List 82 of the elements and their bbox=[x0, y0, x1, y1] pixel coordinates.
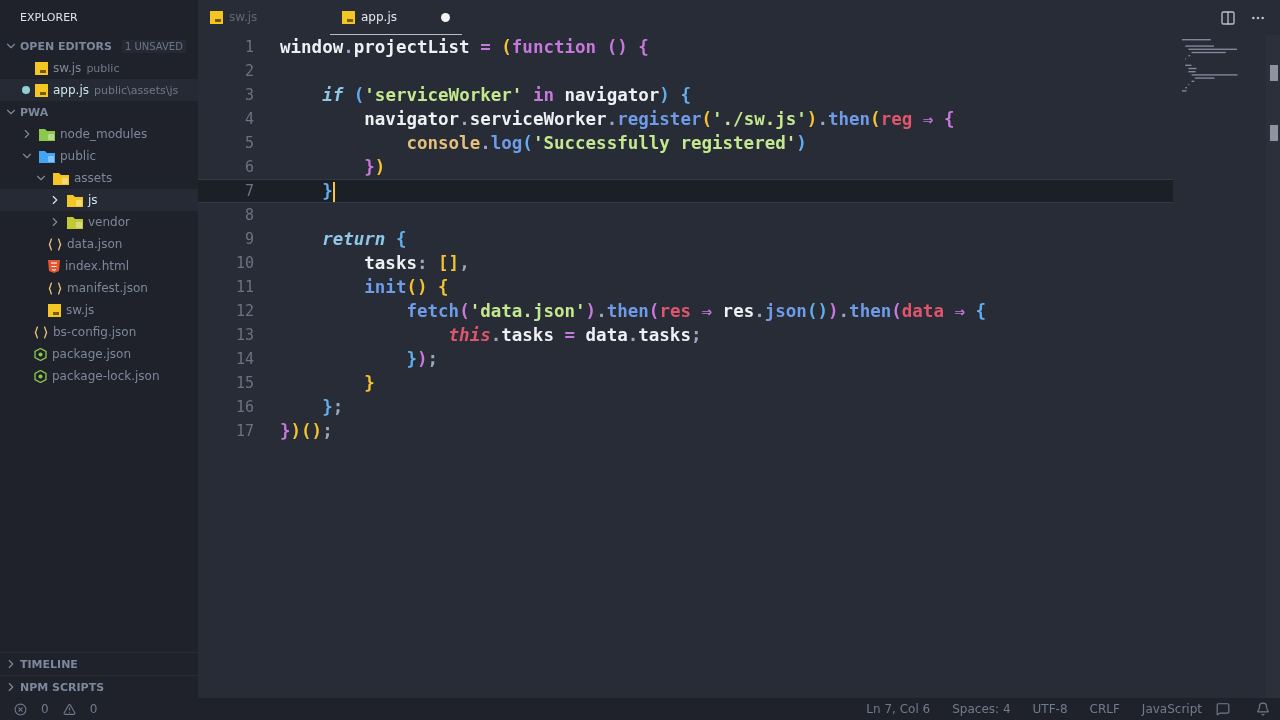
line-number: 10 bbox=[234, 254, 254, 272]
code-line: }); bbox=[405, 349, 439, 369]
hexagon-icon bbox=[34, 369, 47, 383]
line-number: 8 bbox=[243, 206, 254, 224]
line-number: 1 bbox=[243, 38, 254, 56]
status-item[interactable]: Spaces: 4 bbox=[944, 702, 1019, 716]
open-editor-item[interactable]: app.js public\assets\js bbox=[0, 79, 198, 101]
line-number: 14 bbox=[234, 350, 254, 368]
code-line: }) bbox=[363, 157, 386, 177]
braces-icon bbox=[48, 237, 62, 251]
code-line: fetch('data.json').then(res ⇒ res.json()).then(data ⇒ { bbox=[405, 301, 987, 321]
line-number: 2 bbox=[243, 62, 254, 80]
file-item[interactable]: package-lock.json bbox=[0, 365, 198, 387]
code-line: init() { bbox=[363, 277, 449, 297]
code-line: }; bbox=[321, 397, 344, 417]
code-line: tasks: [], bbox=[363, 253, 470, 273]
line-number: 15 bbox=[234, 374, 254, 392]
js-file-icon bbox=[35, 83, 48, 97]
section-header[interactable]: PWA bbox=[0, 101, 198, 123]
status-item[interactable]: JavaScript bbox=[1133, 702, 1210, 716]
sidebar-title: EXPLORER bbox=[19, 10, 79, 26]
unsaved-badge: 1 UNSAVED bbox=[121, 39, 186, 53]
code-line: this.tasks = data.tasks; bbox=[447, 325, 702, 345]
line-number: 16 bbox=[234, 398, 254, 416]
status-item[interactable]: Ln 7, Col 6 bbox=[858, 702, 939, 716]
error-icon[interactable] bbox=[14, 702, 27, 716]
folder-item[interactable]: public bbox=[0, 145, 198, 167]
folder-item[interactable]: node_modules bbox=[0, 123, 198, 145]
js-file-icon bbox=[210, 10, 223, 24]
js-file-icon bbox=[48, 303, 61, 317]
line-number: 17 bbox=[234, 422, 254, 440]
js-file-icon bbox=[35, 61, 48, 75]
open-editor-item[interactable]: sw.js public bbox=[0, 57, 198, 79]
line-number: 13 bbox=[234, 326, 254, 344]
folder-item[interactable]: assets bbox=[0, 167, 198, 189]
line-number: 7 bbox=[243, 182, 254, 200]
file-item[interactable]: index.html bbox=[0, 255, 198, 277]
bell-icon[interactable] bbox=[1256, 702, 1270, 716]
code-line: navigator.serviceWorker.register('./sw.js').then(reg ⇒ { bbox=[363, 109, 955, 129]
code-line: window.projectList = (function () { bbox=[280, 37, 649, 57]
status-item[interactable]: UTF-8 bbox=[1024, 702, 1076, 716]
code-line: if ('serviceWorker' in navigator) { bbox=[321, 85, 691, 105]
braces-icon bbox=[48, 281, 62, 295]
error-count[interactable]: 0 bbox=[33, 702, 57, 716]
line-number: 9 bbox=[243, 230, 254, 248]
line-number: 12 bbox=[234, 302, 254, 320]
folder-item[interactable]: vendor bbox=[0, 211, 198, 233]
file-item[interactable]: bs-config.json bbox=[0, 321, 198, 343]
file-item[interactable]: manifest.json bbox=[0, 277, 198, 299]
warning-count[interactable]: 0 bbox=[81, 702, 106, 716]
code-line: })(); bbox=[280, 421, 333, 441]
hexagon-icon bbox=[34, 347, 47, 361]
code-line: return { bbox=[321, 229, 407, 249]
file-item[interactable]: data.json bbox=[0, 233, 198, 255]
split-editor-icon[interactable] bbox=[1220, 9, 1236, 26]
warning-icon[interactable] bbox=[62, 702, 76, 716]
status-item[interactable]: CRLF bbox=[1081, 702, 1128, 716]
scrollbar[interactable] bbox=[1266, 35, 1280, 698]
code-line: console.log('Successfully registered') bbox=[405, 133, 807, 153]
braces-icon bbox=[34, 325, 48, 339]
line-number: 4 bbox=[243, 110, 254, 128]
line-number: 5 bbox=[243, 134, 254, 152]
code-line: } bbox=[321, 180, 335, 202]
line-number: 11 bbox=[234, 278, 254, 296]
editor-tab[interactable]: app.js bbox=[330, 0, 462, 35]
folder-icon bbox=[67, 193, 83, 207]
js-file-icon bbox=[342, 10, 355, 24]
file-item[interactable]: sw.js bbox=[0, 299, 198, 321]
feedback-icon[interactable] bbox=[1216, 702, 1230, 716]
file-item[interactable]: package.json bbox=[0, 343, 198, 365]
folder-item[interactable]: js bbox=[0, 189, 198, 211]
folder-icon bbox=[53, 171, 69, 185]
code-line: } bbox=[363, 373, 375, 393]
folder-icon bbox=[39, 127, 55, 141]
section-header[interactable]: OPEN EDITORS 1 UNSAVED bbox=[0, 35, 198, 57]
html-file-icon bbox=[48, 259, 60, 273]
line-number: 6 bbox=[243, 158, 254, 176]
folder-icon bbox=[67, 215, 83, 229]
line-number: 3 bbox=[243, 86, 254, 104]
unsaved-dot bbox=[441, 12, 450, 22]
folder-icon bbox=[39, 149, 55, 163]
editor-tab[interactable]: sw.js bbox=[198, 0, 330, 35]
